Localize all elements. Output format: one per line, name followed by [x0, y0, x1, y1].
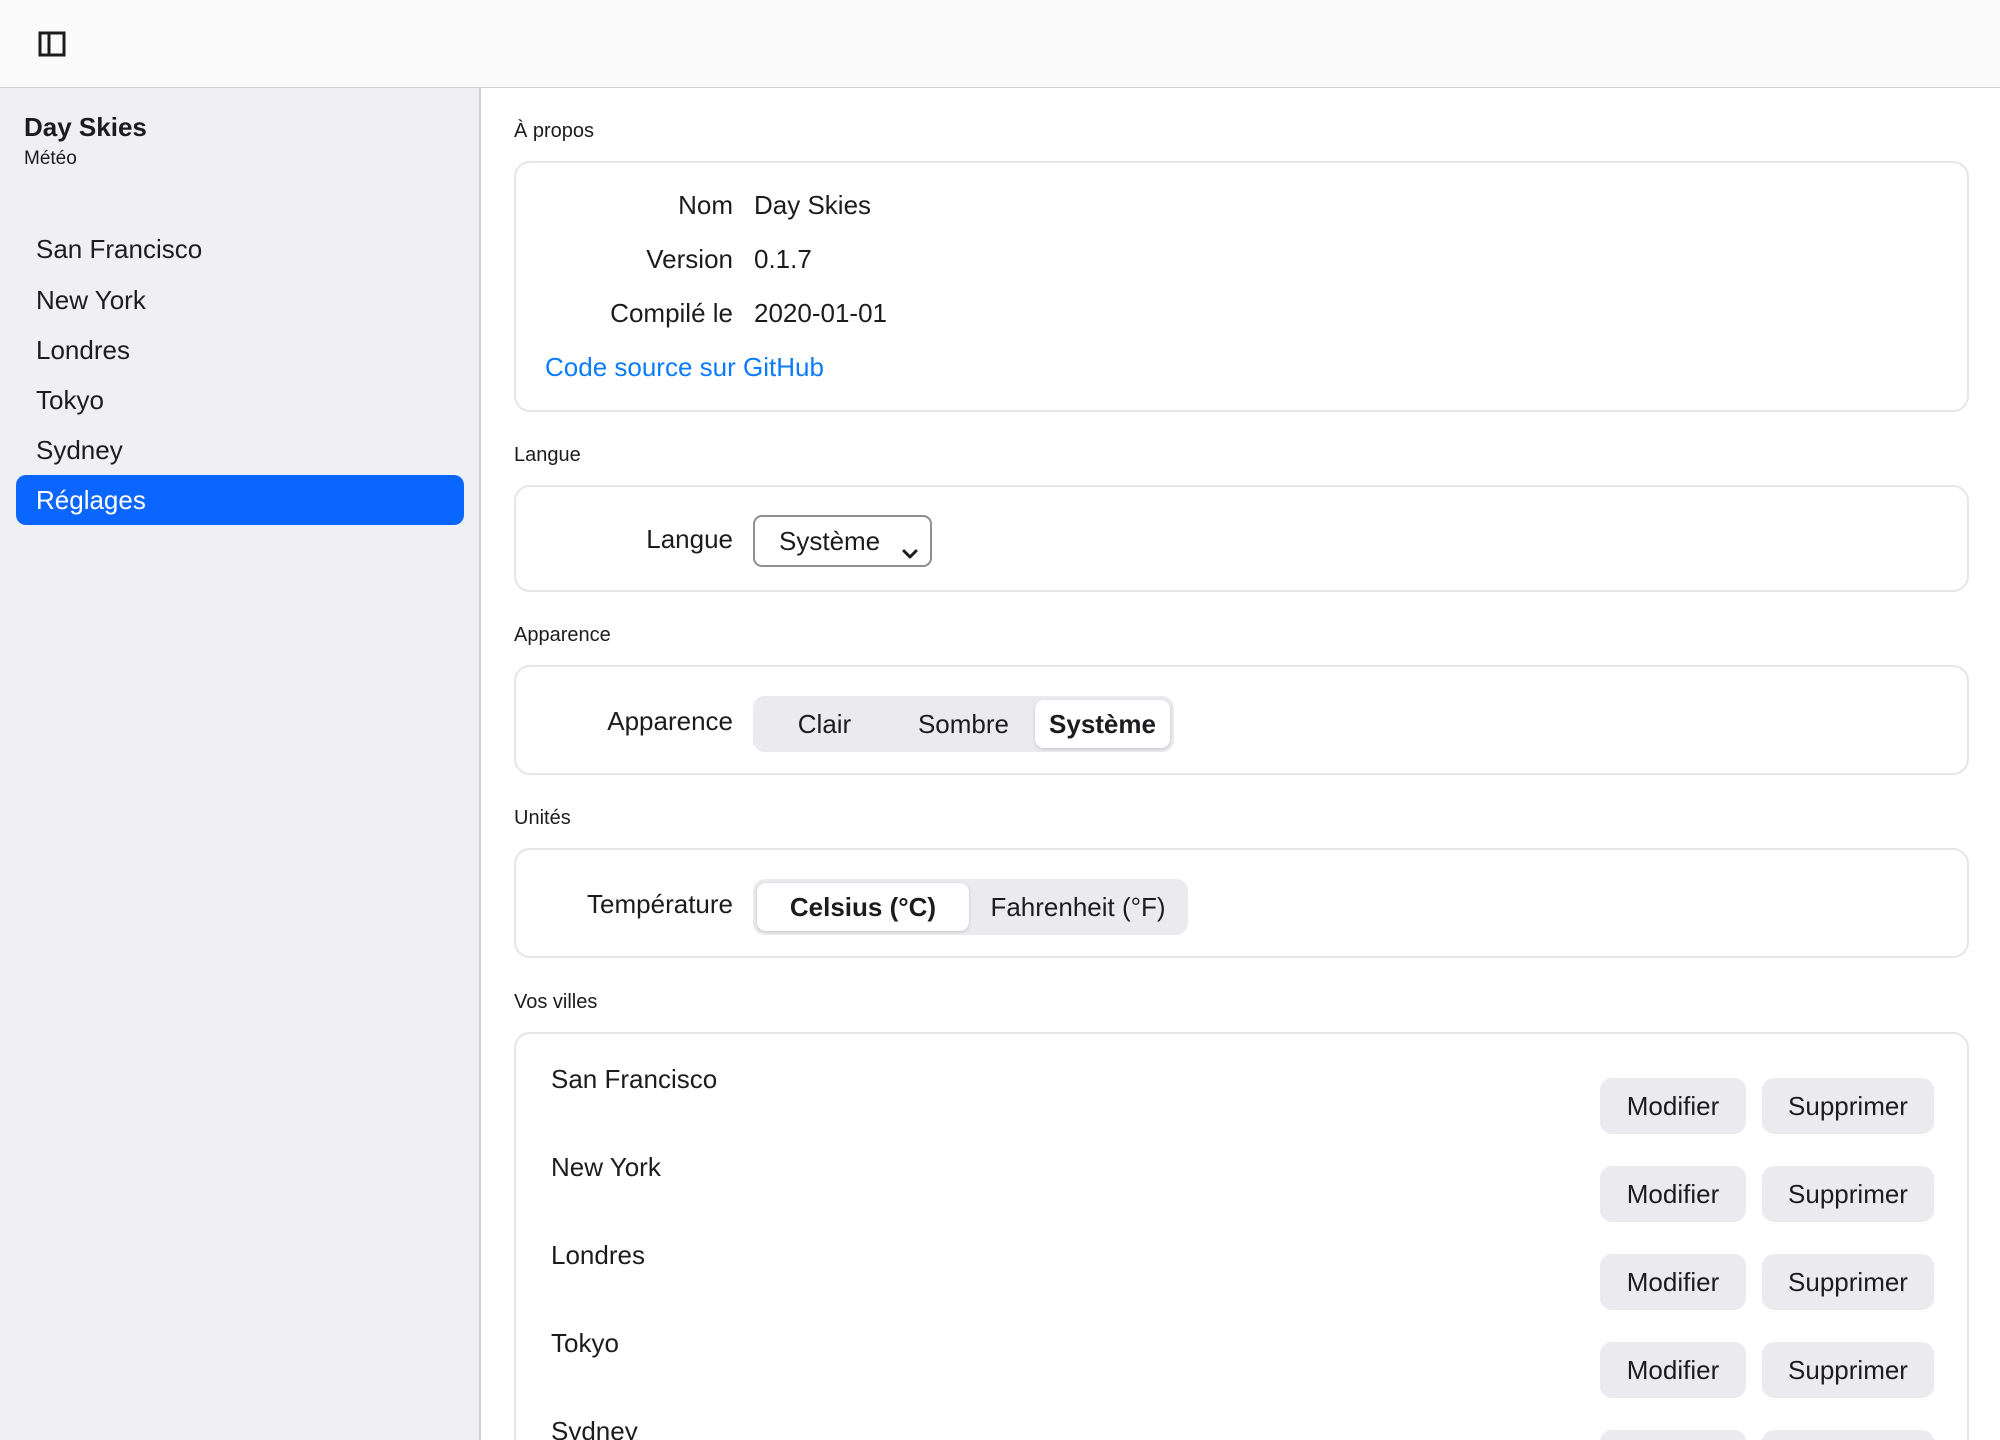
cities-section-title: Vos villes: [514, 991, 598, 1013]
appearance-card: Apparence Clair Sombre Système: [514, 665, 1969, 775]
delete-city-button[interactable]: Supprimer: [1762, 1166, 1934, 1222]
temperature-label: Température: [587, 889, 733, 919]
edit-city-button[interactable]: Modifier: [1600, 1342, 1746, 1398]
edit-city-button[interactable]: Modifier: [1600, 1430, 1746, 1440]
toolbar: [0, 0, 2000, 88]
about-card: Nom Day Skies Version 0.1.7 Compilé le 2…: [514, 161, 1969, 412]
delete-city-button[interactable]: Supprimer: [1762, 1430, 1934, 1440]
sidebar-item-sydney[interactable]: Sydney: [16, 425, 464, 475]
delete-city-button[interactable]: Supprimer: [1762, 1254, 1934, 1310]
language-select[interactable]: Système: [753, 515, 932, 567]
city-name: Tokyo: [551, 1328, 619, 1358]
sidebar-item-san-francisco[interactable]: San Francisco: [16, 224, 464, 274]
appearance-label: Apparence: [607, 706, 733, 736]
edit-city-button[interactable]: Modifier: [1600, 1166, 1746, 1222]
appearance-section-title: Apparence: [514, 624, 611, 646]
version-label: Version: [646, 244, 733, 274]
appearance-option-clair[interactable]: Clair: [757, 700, 892, 748]
sidebar-toggle-icon[interactable]: [38, 31, 66, 57]
language-select-value: Système: [779, 526, 881, 556]
app-subtitle: Météo: [24, 148, 77, 169]
units-section-title: Unités: [514, 807, 571, 829]
settings-page: À propos Nom Day Skies Version 0.1.7 Com…: [483, 89, 2000, 1440]
chevron-down-icon: [900, 531, 920, 559]
appearance-segmented-control: Clair Sombre Système: [753, 696, 1174, 752]
sidebar: Day Skies Météo San Francisco New York L…: [0, 88, 481, 1440]
built-label: Compilé le: [610, 298, 733, 328]
sidebar-item-reglages[interactable]: Réglages: [16, 475, 464, 525]
language-card: Langue Système: [514, 485, 1969, 592]
edit-city-button[interactable]: Modifier: [1600, 1254, 1746, 1310]
city-name: New York: [551, 1152, 661, 1182]
name-label: Nom: [678, 190, 733, 220]
cities-card: San Francisco Modifier Supprimer New Yor…: [514, 1032, 1969, 1440]
temperature-option-fahrenheit[interactable]: Fahrenheit (°F): [972, 883, 1184, 931]
temperature-segmented-control: Celsius (°C) Fahrenheit (°F): [753, 879, 1188, 935]
app-title: Day Skies: [24, 112, 147, 142]
city-name: San Francisco: [551, 1064, 718, 1094]
city-name: Londres: [551, 1240, 645, 1270]
delete-city-button[interactable]: Supprimer: [1762, 1078, 1934, 1134]
version-value: 0.1.7: [754, 244, 812, 274]
github-source-link[interactable]: Code source sur GitHub: [545, 352, 824, 382]
sidebar-item-londres[interactable]: Londres: [16, 325, 464, 375]
edit-city-button[interactable]: Modifier: [1600, 1078, 1746, 1134]
built-value: 2020-01-01: [754, 298, 887, 328]
units-card: Température Celsius (°C) Fahrenheit (°F): [514, 848, 1969, 958]
city-name: Sydney: [551, 1416, 638, 1440]
temperature-option-celsius[interactable]: Celsius (°C): [757, 883, 969, 931]
appearance-option-systeme[interactable]: Système: [1035, 700, 1170, 748]
language-label: Langue: [646, 524, 733, 554]
delete-city-button[interactable]: Supprimer: [1762, 1342, 1934, 1398]
sidebar-nav: San Francisco New York Londres Tokyo Syd…: [16, 224, 464, 525]
sidebar-item-tokyo[interactable]: Tokyo: [16, 375, 464, 425]
sidebar-item-new-york[interactable]: New York: [16, 275, 464, 325]
language-section-title: Langue: [514, 444, 581, 466]
about-section-title: À propos: [514, 120, 595, 142]
name-value: Day Skies: [754, 190, 872, 220]
appearance-option-sombre[interactable]: Sombre: [896, 700, 1031, 748]
